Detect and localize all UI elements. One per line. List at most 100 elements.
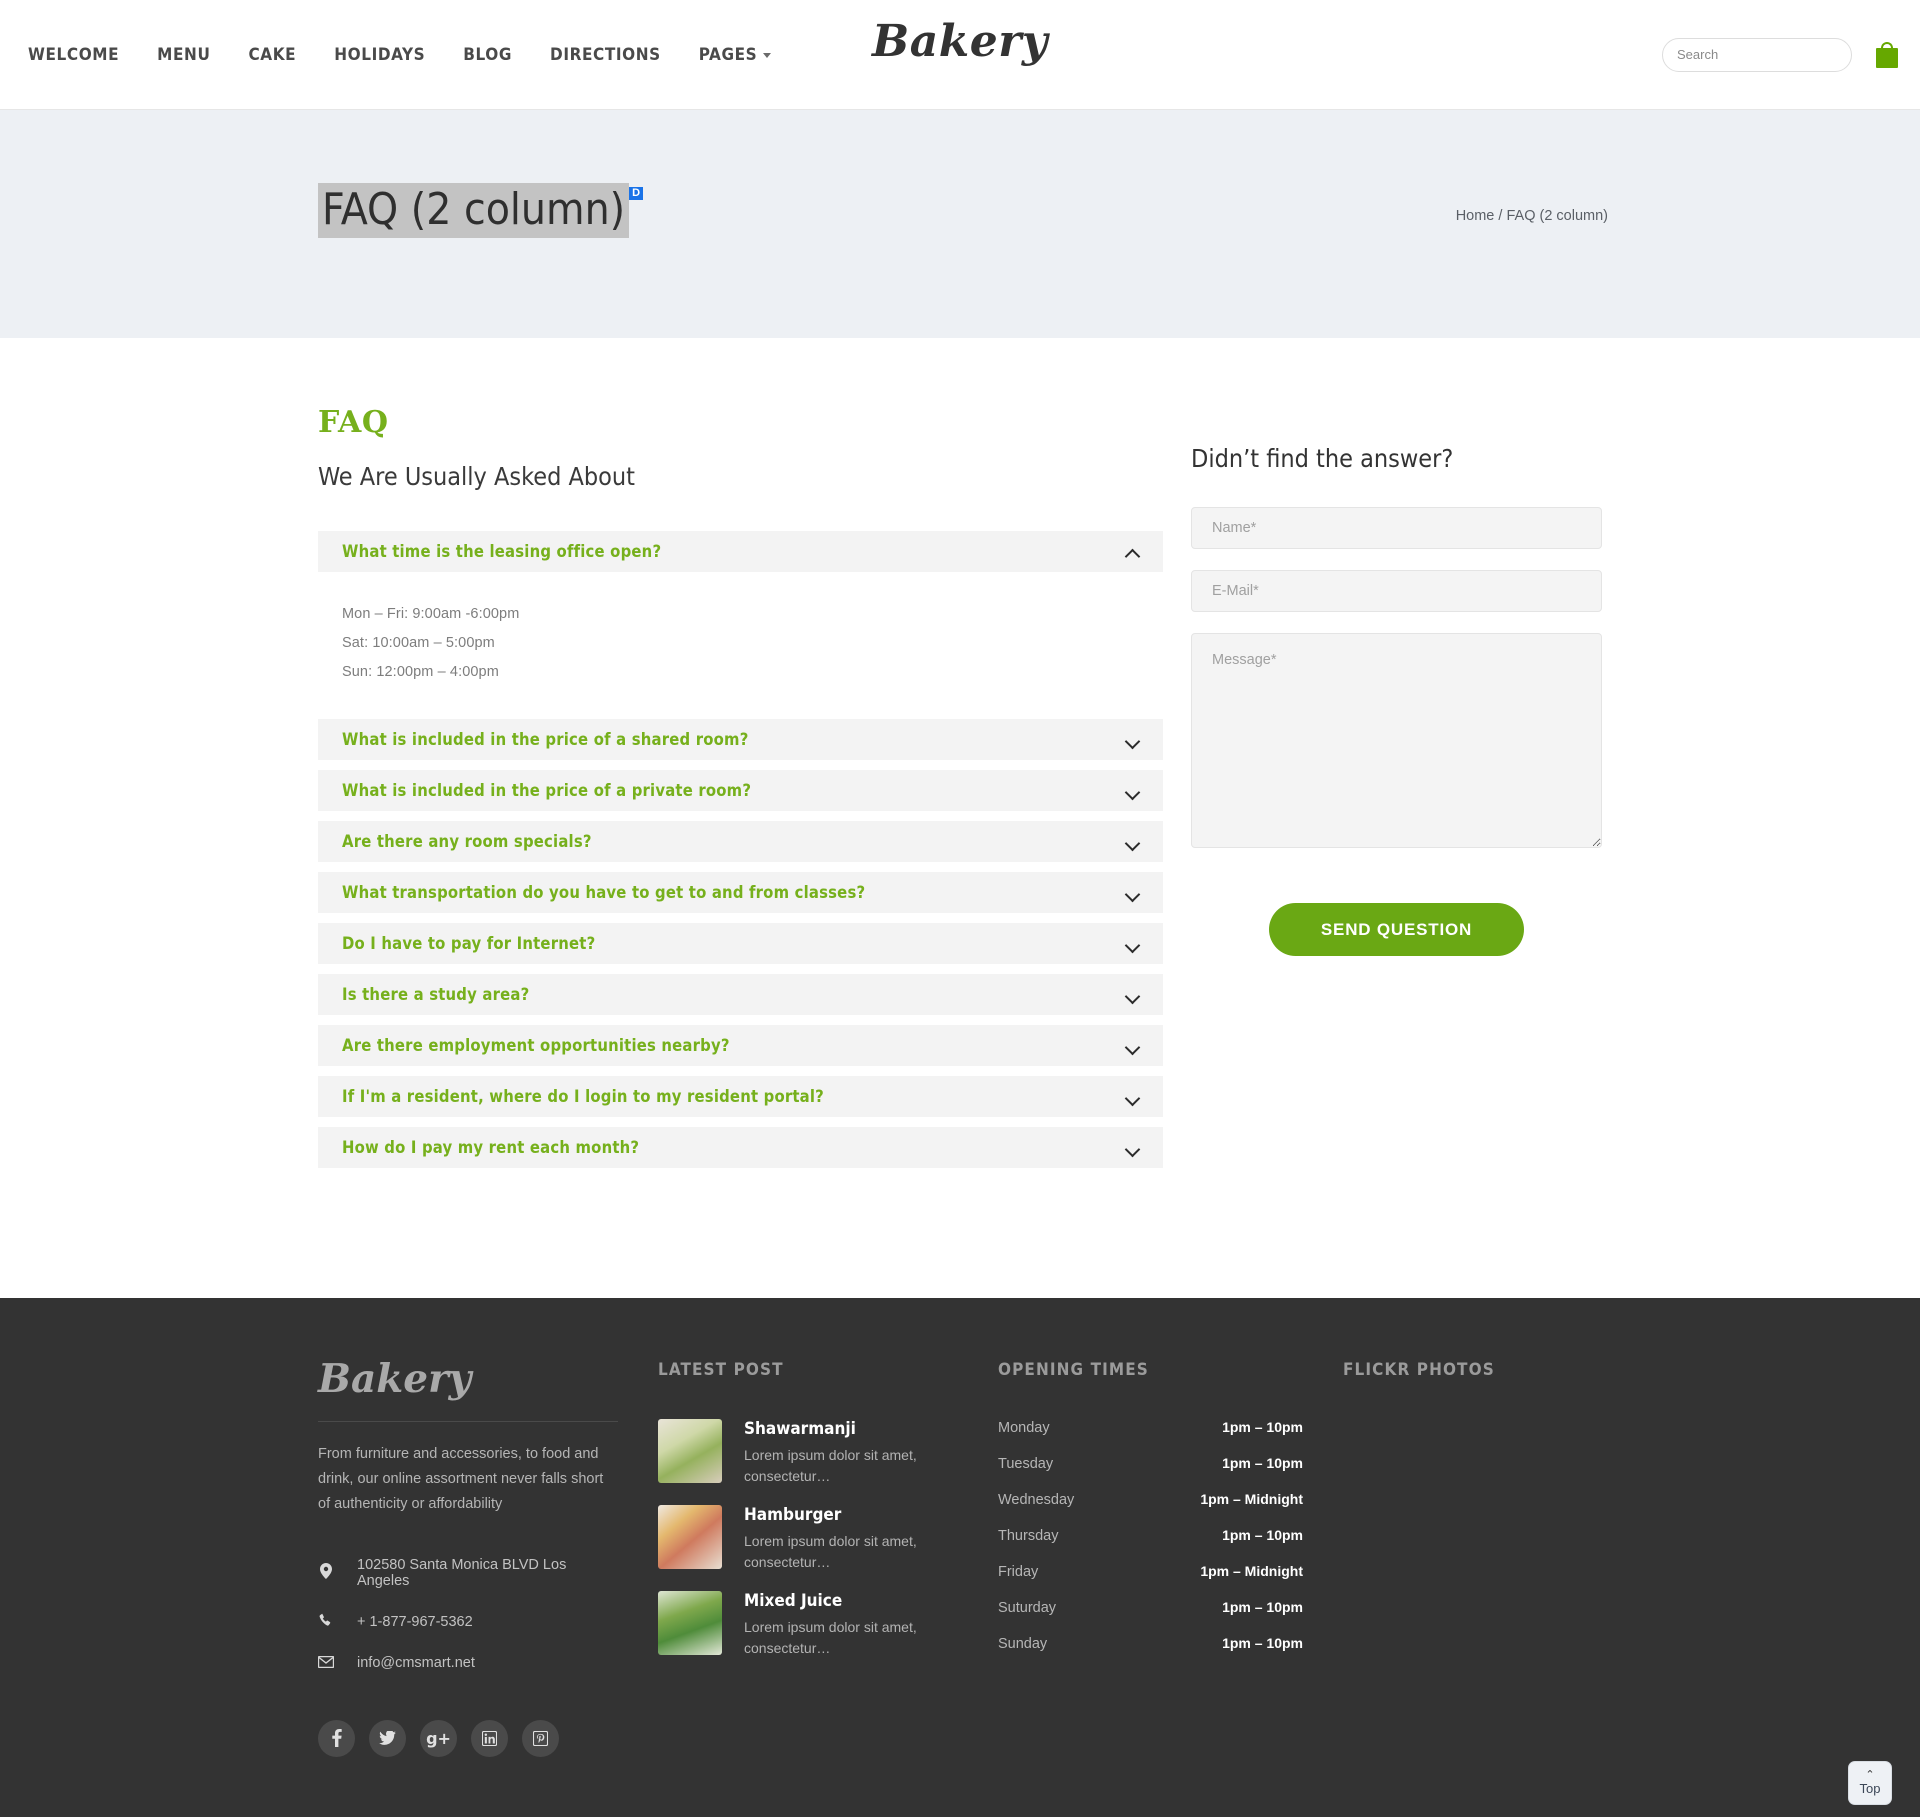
accordion-header[interactable]: Are there any room specials?: [318, 821, 1163, 862]
footer-latest-post-column: LATEST POST Shawarmanji Lorem ipsum dolo…: [658, 1360, 958, 1696]
time-value: 1pm – 10pm: [1222, 1599, 1303, 1615]
day-label: Suturday: [998, 1600, 1057, 1616]
day-label: Monday: [998, 1420, 1050, 1436]
nav-label: PAGES: [698, 44, 758, 65]
accordion-item: If I'm a resident, where do I login to m…: [318, 1076, 1163, 1117]
accordion-header[interactable]: What is included in the price of a priva…: [318, 770, 1163, 811]
accordion-question: Is there a study area?: [342, 985, 530, 1004]
time-value: 1pm – 10pm: [1222, 1419, 1303, 1435]
answer-line: Mon – Fri: 9:00am -6:00pm: [342, 606, 520, 622]
accordion-item: Are there employment opportunities nearb…: [318, 1025, 1163, 1066]
site-footer: Bakery From furniture and accessories, t…: [0, 1298, 1920, 1817]
chevron-down-icon[interactable]: [1125, 735, 1141, 745]
accordion-header[interactable]: Are there employment opportunities nearb…: [318, 1025, 1163, 1066]
twitter-icon[interactable]: [369, 1719, 406, 1757]
contact-email-row: info@cmsmart.net: [317, 1655, 618, 1672]
email-field[interactable]: [1191, 570, 1602, 612]
accordion-item: Do I have to pay for Internet?: [318, 923, 1163, 964]
footer-divider: [318, 1421, 618, 1422]
search-input[interactable]: [1677, 47, 1853, 62]
day-label: Tuesday: [998, 1456, 1054, 1472]
accordion-header[interactable]: Do I have to pay for Internet?: [318, 923, 1163, 964]
chevron-down-icon[interactable]: [1125, 1143, 1141, 1153]
chevron-down-icon[interactable]: [1125, 837, 1141, 847]
page-title: FAQ (2 column): [318, 183, 630, 238]
list-item[interactable]: Mixed Juice Lorem ipsum dolor sit amet, …: [658, 1591, 958, 1659]
accordion-question: What transportation do you have to get t…: [342, 883, 866, 902]
accordion-header[interactable]: How do I pay my rent each month?: [318, 1127, 1163, 1168]
day-label: Sunday: [998, 1636, 1048, 1652]
accordion-item: How do I pay my rent each month?: [318, 1127, 1163, 1168]
chevron-down-icon: [763, 53, 772, 58]
day-label: Wednesday: [998, 1492, 1075, 1508]
breadcrumb-home[interactable]: Home: [1456, 208, 1495, 224]
list-item[interactable]: Hamburger Lorem ipsum dolor sit amet, co…: [658, 1505, 958, 1573]
contact-phone-row: + 1-877-967-5362: [318, 1613, 618, 1631]
message-field[interactable]: [1191, 633, 1602, 848]
accordion-header[interactable]: If I'm a resident, where do I login to m…: [318, 1076, 1163, 1117]
facebook-icon[interactable]: [318, 1719, 355, 1757]
shopping-bag-icon[interactable]: [1876, 41, 1898, 68]
answer-line: Sun: 12:00pm – 4:00pm: [342, 664, 499, 680]
chevron-down-icon[interactable]: [1125, 939, 1141, 949]
chevron-down-icon[interactable]: [1125, 786, 1141, 796]
nav-label: MENU: [157, 44, 211, 65]
post-thumbnail[interactable]: [658, 1591, 722, 1655]
chevron-up-icon: ⌃: [1865, 1769, 1875, 1782]
site-header: WELCOME MENU CAKE HOLIDAYS BLOG DIRECTIO…: [0, 0, 1920, 110]
accordion-header[interactable]: What time is the leasing office open?: [318, 531, 1163, 572]
linkedin-icon[interactable]: [471, 1719, 508, 1757]
accordion-question: If I'm a resident, where do I login to m…: [342, 1087, 824, 1106]
post-title[interactable]: Hamburger: [744, 1505, 958, 1525]
pinterest-icon[interactable]: [522, 1719, 559, 1757]
answer-line: Sat: 10:00am – 5:00pm: [342, 635, 495, 651]
nav-item-directions[interactable]: DIRECTIONS: [550, 45, 661, 65]
accordion-header[interactable]: Is there a study area?: [318, 974, 1163, 1015]
nav-item-pages[interactable]: PAGES: [699, 45, 772, 65]
name-field[interactable]: [1191, 507, 1602, 549]
post-thumbnail[interactable]: [658, 1419, 722, 1483]
accordion-question: Do I have to pay for Internet?: [342, 934, 596, 953]
opening-times-row: Suturday 1pm – 10pm: [998, 1599, 1303, 1616]
post-title[interactable]: Shawarmanji: [744, 1419, 958, 1439]
day-label: Friday: [998, 1564, 1039, 1580]
opening-times-row: Tuesday 1pm – 10pm: [998, 1455, 1303, 1472]
nav-label: CAKE: [248, 44, 297, 65]
time-value: 1pm – Midnight: [1200, 1563, 1303, 1579]
opening-times-row: Thursday 1pm – 10pm: [998, 1527, 1303, 1544]
google-plus-icon[interactable]: g+: [420, 1719, 457, 1757]
post-title[interactable]: Mixed Juice: [744, 1591, 958, 1611]
chevron-up-icon[interactable]: [1125, 547, 1141, 557]
contact-email-text: info@cmsmart.net: [357, 1655, 475, 1672]
opening-times-row: Monday 1pm – 10pm: [998, 1419, 1303, 1436]
opening-times-row: Friday 1pm – Midnight: [998, 1563, 1303, 1580]
chevron-down-icon[interactable]: [1125, 888, 1141, 898]
accordion-question: How do I pay my rent each month?: [342, 1138, 640, 1157]
accordion-item: Are there any room specials?: [318, 821, 1163, 862]
nav-item-welcome[interactable]: WELCOME: [28, 45, 119, 65]
nav-item-cake[interactable]: CAKE: [248, 45, 296, 65]
nav-item-holidays[interactable]: HOLIDAYS: [334, 45, 425, 65]
submit-row: SEND QUESTION: [1191, 903, 1602, 956]
post-thumbnail[interactable]: [658, 1505, 722, 1569]
send-question-button[interactable]: SEND QUESTION: [1268, 903, 1525, 956]
footer-logo: Bakery: [318, 1356, 472, 1402]
accordion-header[interactable]: What is included in the price of a share…: [318, 719, 1163, 760]
scroll-to-top-button[interactable]: ⌃ Top: [1848, 1760, 1892, 1805]
list-item[interactable]: Shawarmanji Lorem ipsum dolor sit amet, …: [658, 1419, 958, 1487]
chevron-down-icon[interactable]: [1125, 990, 1141, 1000]
search-box[interactable]: [1662, 37, 1853, 72]
nav-item-menu[interactable]: MENU: [157, 45, 210, 65]
faq-subtitle: We Are Usually Asked About: [318, 462, 635, 491]
latest-post-heading: LATEST POST: [658, 1360, 784, 1380]
nav-label: DIRECTIONS: [550, 44, 661, 65]
nav-item-blog[interactable]: BLOG: [463, 45, 512, 65]
envelope-icon: [317, 1655, 335, 1672]
site-logo[interactable]: Bakery: [872, 16, 1048, 67]
chevron-down-icon[interactable]: [1125, 1092, 1141, 1102]
contact-phone-text: + 1-877-967-5362: [357, 1613, 473, 1630]
accordion-header[interactable]: What transportation do you have to get t…: [318, 872, 1163, 913]
contact-form-title: Didn’t find the answer?: [1191, 444, 1454, 473]
chevron-down-icon[interactable]: [1125, 1041, 1141, 1051]
contact-form-column: Didn’t find the answer? SEND QUESTION: [1191, 408, 1602, 1178]
